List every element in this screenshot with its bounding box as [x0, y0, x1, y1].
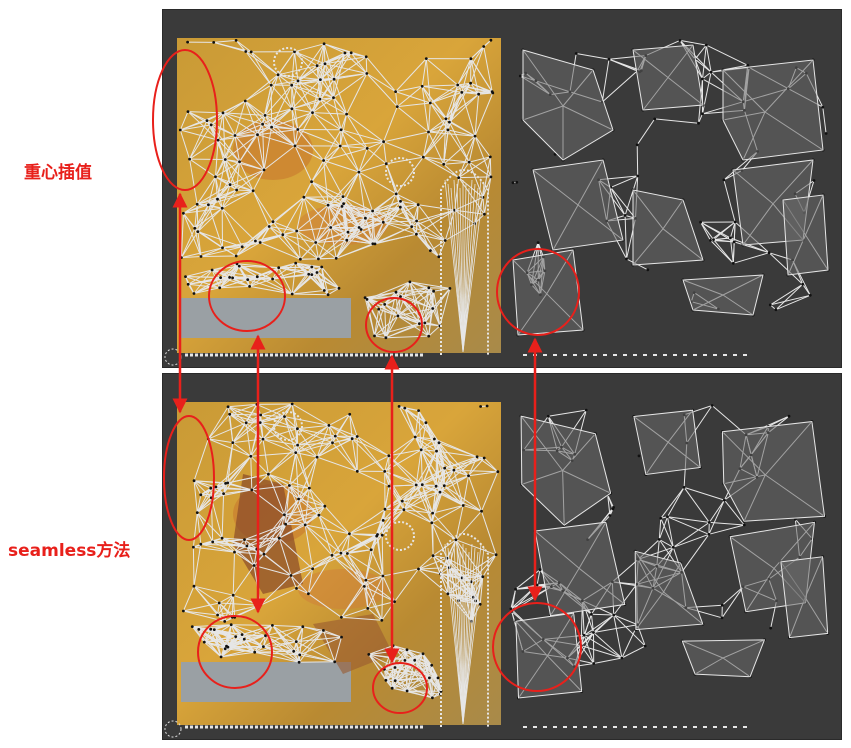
uv-editor-panel-top	[163, 10, 841, 367]
uv-layout-barycentric	[164, 38, 830, 366]
uv-layout-seamless	[164, 402, 830, 738]
label-seamless-method: seamless方法	[8, 541, 131, 561]
label-barycentric-interpolation: 重心插值	[24, 163, 92, 183]
uv-editor-panel-bottom	[163, 374, 841, 739]
